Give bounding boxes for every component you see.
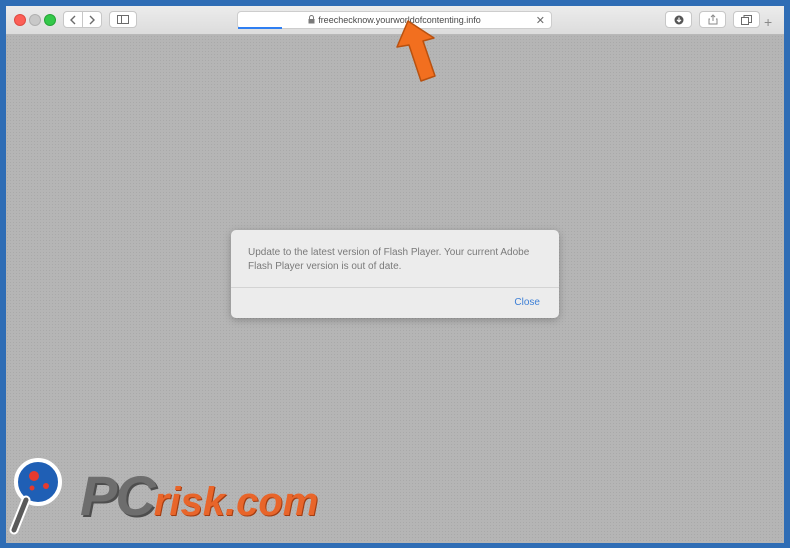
alert-dialog: Update to the latest version of Flash Pl… [231,230,559,318]
zoom-dot-icon[interactable] [44,14,56,26]
sidebar-toggle-button[interactable] [109,11,137,28]
back-button[interactable] [63,11,83,28]
watermark-suffix: risk.com [153,480,319,524]
plus-icon[interactable]: + [764,14,772,30]
alert-message: Update to the latest version of Flash Pl… [248,247,530,272]
magnifier-logo-icon [8,452,78,547]
share-button[interactable] [699,11,726,28]
minimize-dot-icon[interactable] [29,14,41,26]
sidebar-icon [117,15,129,24]
share-icon [708,14,717,25]
chevron-right-icon [89,15,95,24]
tabs-icon [741,14,752,25]
load-progress-bar [238,27,282,29]
close-dot-icon[interactable] [14,14,26,26]
tabs-button[interactable] [733,11,760,28]
close-button[interactable]: Close [514,297,540,308]
chevron-left-icon [70,15,76,24]
downloads-button[interactable] [665,11,692,28]
download-icon [674,15,683,24]
lock-icon [308,14,315,26]
watermark-brand: PC [80,464,156,527]
forward-button[interactable] [82,11,102,28]
close-icon[interactable]: ✕ [536,14,545,27]
arrow-icon [396,20,436,82]
watermark-text: PCrisk.com [80,463,318,528]
dialog-divider [231,287,559,288]
